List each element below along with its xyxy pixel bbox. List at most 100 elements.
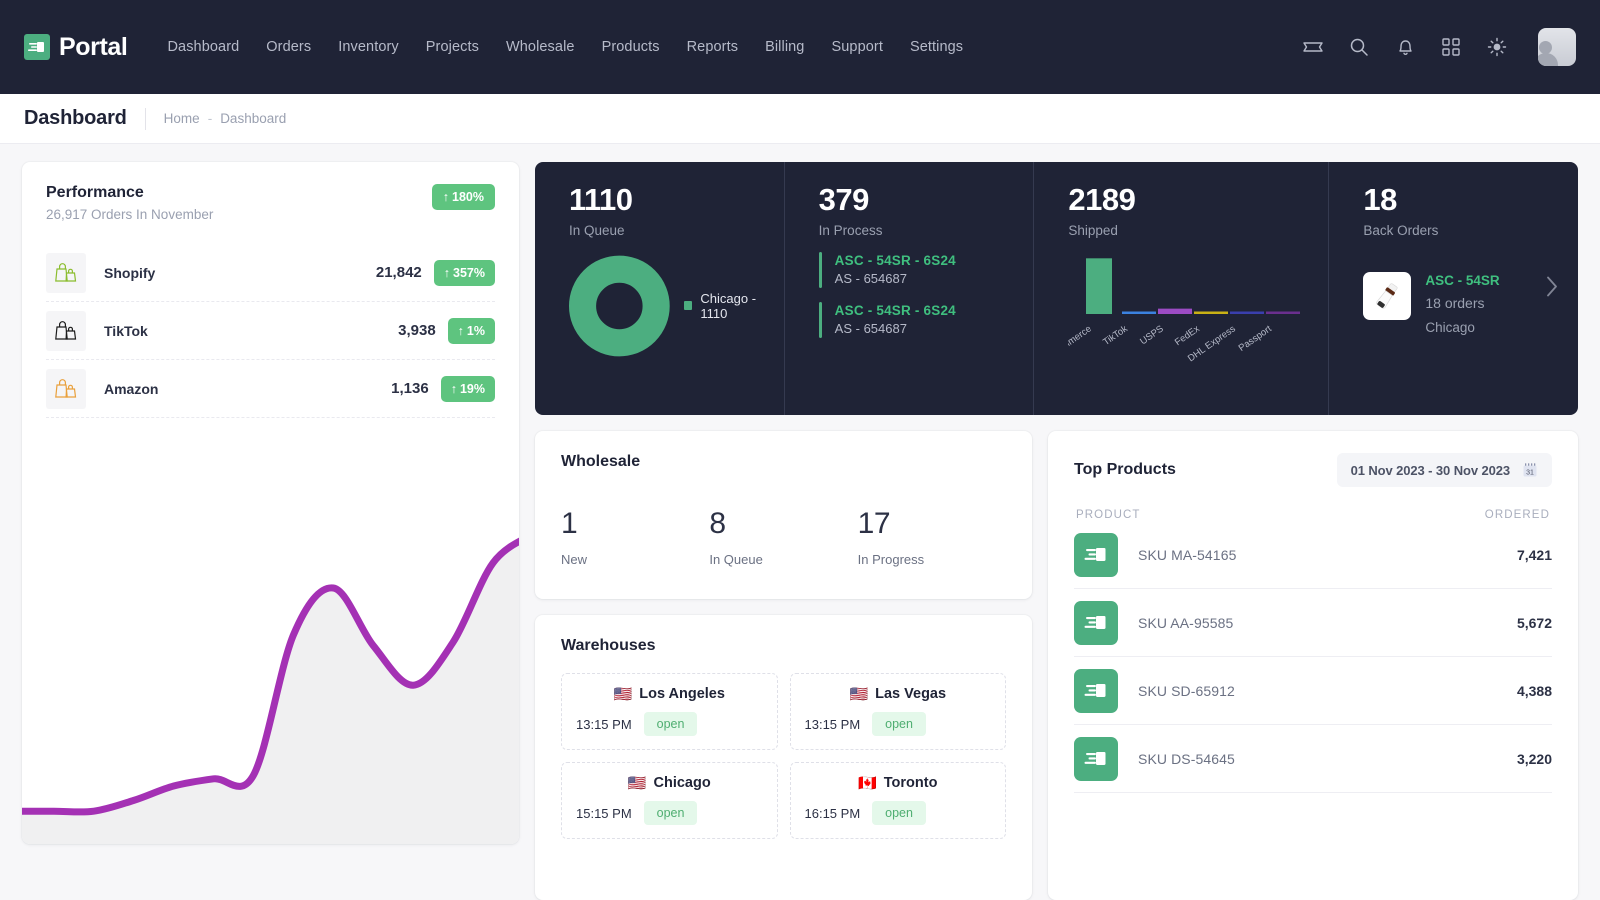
channel-name: Amazon — [104, 380, 159, 397]
product-sku: SKU DS-54645 — [1138, 750, 1235, 767]
back-order-city: Chicago — [1425, 319, 1475, 335]
table-row[interactable]: TikTok 3,938 ↑ 1% — [46, 302, 495, 360]
axis-tick-label: DHL eCommerce — [1068, 323, 1094, 374]
shipping-speed-icon — [1074, 736, 1118, 781]
back-order-info: ASC - 54SR 18 orders Chicago — [1425, 272, 1499, 335]
table-row[interactable]: SKU SD-65912 4,388 — [1074, 657, 1552, 725]
ticket-icon[interactable] — [1302, 36, 1324, 58]
nav-item-reports[interactable]: Reports — [687, 39, 738, 55]
back-order-count-suffix: orders — [1444, 294, 1485, 311]
nav-item-products[interactable]: Products — [602, 39, 660, 55]
nav-item-settings[interactable]: Settings — [910, 39, 963, 55]
nav-links: Dashboard Orders Inventory Projects Whol… — [167, 39, 963, 55]
legend-label: Chicago - 1110 — [700, 290, 757, 321]
shopping-bag-icon — [46, 252, 86, 293]
user-avatar[interactable] — [1538, 28, 1576, 66]
shipped-label: Shipped — [1068, 222, 1118, 238]
warehouse-name: Toronto — [883, 775, 938, 791]
lower-row: Wholesale 1 New 8 In Queue 17 In Progres — [535, 431, 1578, 900]
warehouse-item-toronto[interactable]: 🇨🇦 Toronto 16:15 PM open — [789, 762, 1006, 839]
warehouse-item-los-angeles[interactable]: 🇺🇸 Los Angeles 13:15 PM open — [561, 673, 778, 750]
breadcrumb-dashboard[interactable]: Dashboard — [220, 111, 286, 126]
wholesale-stat-new: 1 New — [561, 507, 709, 567]
product-sku: SKU SD-65912 — [1138, 682, 1235, 699]
warehouse-item-chicago[interactable]: 🇺🇸 Chicago 15:15 PM open — [561, 762, 778, 839]
status-badge: open — [643, 712, 698, 736]
wholesale-stat-in-queue: 8 In Queue — [709, 507, 857, 567]
nav-item-billing[interactable]: Billing — [765, 39, 804, 55]
warehouse-name-row: 🇺🇸 Las Vegas — [805, 686, 992, 702]
legend-swatch — [683, 301, 693, 311]
table-row[interactable]: Amazon 1,136 ↑ 19% — [46, 360, 495, 418]
warehouse-time: 16:15 PM — [804, 805, 861, 821]
left-column: Performance 26,917 Orders In November ↑ … — [22, 162, 519, 900]
product-ordered: 4,388 — [1516, 682, 1552, 699]
channel-change-badge: ↑ 19% — [440, 375, 495, 402]
channel-change-value: 1% — [466, 323, 485, 338]
bar — [1194, 311, 1229, 314]
axis-tick-label: TikTok — [1102, 323, 1131, 348]
table-row[interactable]: SKU DS-54645 3,220 — [1074, 725, 1552, 793]
warehouse-item-las-vegas[interactable]: 🇺🇸 Las Vegas 13:15 PM open — [789, 673, 1006, 750]
table-row[interactable]: SKU AA-95585 5,672 — [1074, 589, 1552, 657]
performance-title: Performance — [46, 184, 144, 201]
brightness-sun-icon[interactable] — [1486, 36, 1508, 58]
back-order-sku: ASC - 54SR — [1425, 272, 1500, 288]
nav-item-orders[interactable]: Orders — [266, 39, 311, 55]
svg-text:31: 31 — [1526, 469, 1534, 476]
warehouses-grid: 🇺🇸 Los Angeles 13:15 PM open 🇺🇸 Las Vega… — [561, 673, 1006, 839]
flag-icon: 🇺🇸 — [627, 774, 647, 792]
nav-item-inventory[interactable]: Inventory — [338, 39, 399, 55]
axis-tick-label: USPS — [1139, 323, 1167, 347]
channel-change-badge: ↑ 1% — [447, 317, 495, 344]
column-header-ordered: ORDERED — [1484, 509, 1550, 521]
date-range-picker[interactable]: 01 Nov 2023 - 30 Nov 2023 31 — [1336, 453, 1552, 487]
list-item[interactable]: ASC - 54SR - 6S24 AS - 654687 — [818, 301, 1034, 338]
dropper-bottle-icon — [1363, 271, 1412, 320]
arrow-up-icon: ↑ — [443, 265, 451, 280]
channel-name: Shopify — [104, 264, 156, 281]
performance-change-badge: ↑ 180% — [431, 184, 495, 210]
list-item[interactable]: ASC - 54SR - 6S24 AS - 654687 — [818, 251, 1034, 288]
nav-item-dashboard[interactable]: Dashboard — [167, 39, 239, 55]
top-products-title: Top Products — [1074, 461, 1176, 478]
warehouse-meta: 16:15 PM open — [805, 801, 992, 825]
channel-value: 3,938 — [398, 322, 436, 339]
product-ordered: 7,421 — [1516, 546, 1552, 563]
warehouse-meta: 13:15 PM open — [805, 712, 992, 736]
nav-item-support[interactable]: Support — [831, 39, 883, 55]
stats-panel: 1110 In Queue Chicago - 1110 379 In Proc… — [535, 162, 1578, 415]
brand-logo[interactable]: Portal — [24, 33, 128, 62]
in-queue-donut-chart: Chicago - 1110 — [569, 254, 784, 358]
nav-item-projects[interactable]: Projects — [426, 39, 479, 55]
calendar-icon: 31 — [1522, 462, 1538, 478]
right-column: 1110 In Queue Chicago - 1110 379 In Proc… — [535, 162, 1578, 900]
axis-tick-label: Passport — [1237, 323, 1274, 354]
donut-icon — [569, 255, 670, 356]
performance-header: Performance 26,917 Orders In November ↑ … — [22, 162, 519, 222]
wholesale-in-queue-number: 8 — [709, 507, 726, 540]
chevron-right-icon[interactable] — [1544, 273, 1560, 304]
arrow-up-icon: ↑ — [442, 190, 450, 204]
warehouse-name-row: 🇨🇦 Toronto — [805, 775, 992, 791]
apps-grid-icon[interactable] — [1440, 36, 1462, 58]
bell-icon[interactable] — [1394, 36, 1416, 58]
status-bar — [818, 251, 822, 288]
wholesale-stat-in-progress: 17 In Progress — [858, 507, 1006, 567]
in-queue-number: 1110 — [569, 182, 633, 217]
table-row[interactable]: Shopify 21,842 ↑ 357% — [46, 244, 495, 302]
channel-change-badge: ↑ 357% — [433, 259, 495, 286]
search-icon[interactable] — [1348, 36, 1370, 58]
nav-item-wholesale[interactable]: Wholesale — [506, 39, 575, 55]
performance-channel-list: Shopify 21,842 ↑ 357% TikTok 3,938 ↑ 1% … — [22, 244, 519, 418]
status-badge: open — [643, 801, 698, 825]
table-row[interactable]: SKU MA-54165 7,421 — [1074, 521, 1552, 589]
channel-value: 1,136 — [391, 380, 429, 397]
product-ordered: 3,220 — [1516, 750, 1552, 767]
shopping-bag-icon — [46, 310, 86, 351]
bar — [1230, 311, 1265, 314]
bar — [1122, 311, 1157, 314]
top-products-column-headers: PRODUCT ORDERED — [1074, 509, 1552, 521]
warehouses-card: Warehouses 🇺🇸 Los Angeles 13:15 PM open — [535, 615, 1032, 900]
breadcrumb-home[interactable]: Home — [164, 111, 200, 126]
